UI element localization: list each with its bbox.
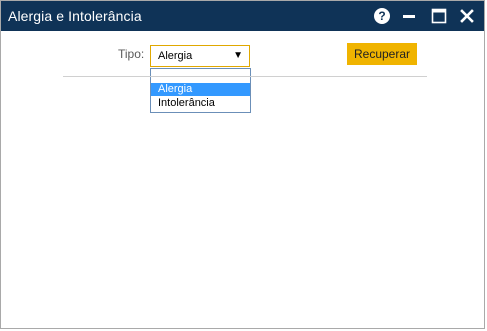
dropdown-option-alergia[interactable]: Alergia bbox=[151, 83, 250, 96]
minimize-button[interactable] bbox=[399, 6, 419, 26]
dialog-content: Tipo: Alergia ▼ Alergia Intolerância Rec… bbox=[1, 31, 484, 328]
maximize-button[interactable] bbox=[429, 6, 449, 26]
dialog-window: Alergia e Intolerância ? Tipo: Alergia ▼ bbox=[0, 0, 485, 329]
tipo-label: Tipo: bbox=[118, 47, 145, 61]
tipo-dropdown-list: Alergia Intolerância bbox=[150, 68, 251, 113]
dropdown-option-intolerancia[interactable]: Intolerância bbox=[151, 97, 250, 110]
caret-down-icon: ▼ bbox=[233, 50, 243, 61]
help-button[interactable]: ? bbox=[372, 6, 392, 26]
divider bbox=[63, 76, 427, 77]
question-circle-icon: ? bbox=[374, 8, 390, 24]
tipo-select[interactable]: Alergia ▼ bbox=[150, 45, 250, 67]
minimize-icon bbox=[403, 15, 415, 18]
tipo-select-value: Alergia bbox=[158, 50, 193, 62]
close-icon bbox=[460, 9, 474, 23]
title-bar[interactable]: Alergia e Intolerância ? bbox=[1, 1, 484, 31]
recuperar-button[interactable]: Recuperar bbox=[347, 43, 417, 65]
close-button[interactable] bbox=[457, 6, 477, 26]
window-title: Alergia e Intolerância bbox=[8, 8, 142, 24]
maximize-icon bbox=[431, 8, 447, 24]
